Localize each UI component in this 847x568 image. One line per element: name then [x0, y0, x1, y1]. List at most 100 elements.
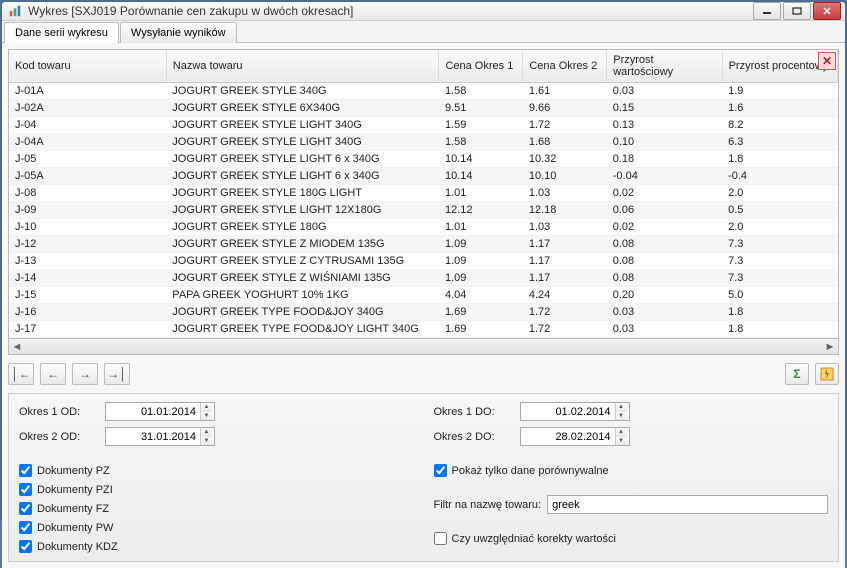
- table-row[interactable]: J-05JOGURT GREEK STYLE LIGHT 6 x 340G10.…: [9, 151, 838, 168]
- close-grid-button[interactable]: ✕: [818, 52, 836, 70]
- table-row[interactable]: J-01AJOGURT GREEK STYLE 340G1.581.610.03…: [9, 83, 838, 100]
- spin-up-icon[interactable]: ▲: [201, 403, 212, 412]
- spin-up-icon[interactable]: ▲: [616, 403, 627, 412]
- tab-wysylanie[interactable]: Wysyłanie wyników: [120, 22, 237, 43]
- cell-nazwa: JOGURT GREEK STYLE 6X340G: [166, 100, 439, 117]
- nav-next-button[interactable]: →: [72, 363, 98, 385]
- okres1-do-field[interactable]: ▲▼: [520, 402, 630, 421]
- svg-text:Σ: Σ: [793, 367, 800, 381]
- cell-pw: 0.08: [607, 236, 722, 253]
- col-kod[interactable]: Kod towaru: [9, 50, 166, 83]
- data-grid[interactable]: Kod towaru Nazwa towaru Cena Okres 1 Cen…: [8, 49, 839, 339]
- cell-kod: J-10: [9, 219, 166, 236]
- table-row[interactable]: J-15PAPA GREEK YOGHURT 10% 1KG4.044.240.…: [9, 287, 838, 304]
- nav-first-button[interactable]: │←: [8, 363, 34, 385]
- col-c1[interactable]: Cena Okres 1: [439, 50, 523, 83]
- horizontal-scrollbar[interactable]: ◄ ►: [8, 339, 839, 355]
- cell-kod: J-13: [9, 253, 166, 270]
- table-row[interactable]: J-09JOGURT GREEK STYLE LIGHT 12X180G12.1…: [9, 202, 838, 219]
- tab-dane-serii[interactable]: Dane serii wykresu: [4, 22, 119, 43]
- cell-kod: J-17: [9, 321, 166, 338]
- okres1-od-input[interactable]: [106, 403, 200, 420]
- filter-input[interactable]: [547, 495, 828, 514]
- scroll-right-icon[interactable]: ►: [822, 340, 838, 354]
- cell-pw: 0.03: [607, 83, 722, 100]
- minimize-button[interactable]: [753, 2, 781, 20]
- sum-button[interactable]: Σ: [785, 363, 809, 385]
- okres1-od-field[interactable]: ▲▼: [105, 402, 215, 421]
- table-row[interactable]: J-16JOGURT GREEK TYPE FOOD&JOY 340G1.691…: [9, 304, 838, 321]
- chk-porownywalne-input[interactable]: [434, 464, 447, 477]
- panel-left: Okres 1 OD: ▲▼ Okres 2 OD: ▲▼ Dokumenty …: [19, 402, 414, 553]
- cell-c2: 10.10: [523, 168, 607, 185]
- spin-down-icon[interactable]: ▼: [201, 412, 212, 421]
- chk-kdz-input[interactable]: [19, 540, 32, 553]
- chk-pzi[interactable]: Dokumenty PZI: [19, 483, 414, 496]
- chk-korekty-input[interactable]: [434, 532, 447, 545]
- table-row[interactable]: J-13JOGURT GREEK STYLE Z CYTRUSAMI 135G1…: [9, 253, 838, 270]
- table-row[interactable]: J-14JOGURT GREEK STYLE Z WIŚNIAMI 135G1.…: [9, 270, 838, 287]
- cell-nazwa: JOGURT GREEK TYPE FOOD&JOY LIGHT 340G: [166, 321, 439, 338]
- cell-kod: J-15: [9, 287, 166, 304]
- table-row[interactable]: J-04AJOGURT GREEK STYLE LIGHT 340G1.581.…: [9, 134, 838, 151]
- cell-c1: 10.14: [439, 151, 523, 168]
- nav-prev-button[interactable]: ←: [40, 363, 66, 385]
- table-row[interactable]: J-17JOGURT GREEK TYPE FOOD&JOY LIGHT 340…: [9, 321, 838, 338]
- chk-kdz[interactable]: Dokumenty KDZ: [19, 540, 414, 553]
- cell-c2: 1.72: [523, 304, 607, 321]
- chk-pzi-input[interactable]: [19, 483, 32, 496]
- chk-pw[interactable]: Dokumenty PW: [19, 521, 414, 534]
- panel-right: Okres 1 DO: ▲▼ Okres 2 DO: ▲▼ Pokaż tylk…: [434, 402, 829, 553]
- scroll-left-icon[interactable]: ◄: [9, 340, 25, 354]
- chk-korekty[interactable]: Czy uwzględniać korekty wartości: [434, 532, 829, 545]
- okres2-do-input[interactable]: [521, 428, 615, 445]
- cell-c2: 1.17: [523, 236, 607, 253]
- table-row[interactable]: J-12JOGURT GREEK STYLE Z MIODEM 135G1.09…: [9, 236, 838, 253]
- cell-pw: 0.08: [607, 253, 722, 270]
- okres2-do-field[interactable]: ▲▼: [520, 427, 630, 446]
- window-title: Wykres [SXJ019 Porównanie cen zakupu w d…: [28, 4, 753, 18]
- nav-last-button[interactable]: →│: [104, 363, 130, 385]
- cell-nazwa: JOGURT GREEK STYLE Z MIODEM 135G: [166, 236, 439, 253]
- okres2-od-input[interactable]: [106, 428, 200, 445]
- nav-toolbar: │← ← → →│ Σ: [8, 361, 839, 387]
- maximize-button[interactable]: [783, 2, 811, 20]
- app-window: Wykres [SXJ019 Porównanie cen zakupu w d…: [1, 1, 846, 520]
- spin-down-icon[interactable]: ▼: [616, 412, 627, 421]
- spin-down-icon[interactable]: ▼: [616, 437, 627, 446]
- col-pw[interactable]: Przyrost wartościowy: [607, 50, 722, 83]
- cell-pw: 0.13: [607, 117, 722, 134]
- table-row[interactable]: J-02AJOGURT GREEK STYLE 6X340G9.519.660.…: [9, 100, 838, 117]
- cell-c2: 1.03: [523, 219, 607, 236]
- window-controls: [753, 2, 841, 20]
- spin-down-icon[interactable]: ▼: [201, 437, 212, 446]
- label-okres2-od: Okres 2 OD:: [19, 431, 99, 443]
- cell-c2: 1.17: [523, 253, 607, 270]
- table-row[interactable]: J-08JOGURT GREEK STYLE 180G LIGHT1.011.0…: [9, 185, 838, 202]
- chk-pz-input[interactable]: [19, 464, 32, 477]
- cell-pw: 0.10: [607, 134, 722, 151]
- table-row[interactable]: J-04JOGURT GREEK STYLE LIGHT 340G1.591.7…: [9, 117, 838, 134]
- spin-up-icon[interactable]: ▲: [201, 428, 212, 437]
- chk-pz[interactable]: Dokumenty PZ: [19, 464, 414, 477]
- refresh-button[interactable]: [815, 363, 839, 385]
- chk-pw-label: Dokumenty PW: [37, 522, 113, 534]
- col-nazwa[interactable]: Nazwa towaru: [166, 50, 439, 83]
- label-okres2-do: Okres 2 DO:: [434, 431, 514, 443]
- chk-fz[interactable]: Dokumenty FZ: [19, 502, 414, 515]
- cell-pp: 7.3: [722, 270, 837, 287]
- okres1-do-input[interactable]: [521, 403, 615, 420]
- filter-panel: Okres 1 OD: ▲▼ Okres 2 OD: ▲▼ Dokumenty …: [8, 393, 839, 562]
- okres2-od-field[interactable]: ▲▼: [105, 427, 215, 446]
- chk-porownywalne[interactable]: Pokaż tylko dane porównywalne: [434, 464, 829, 477]
- chk-fz-input[interactable]: [19, 502, 32, 515]
- cell-pw: 0.03: [607, 304, 722, 321]
- table-row[interactable]: J-05AJOGURT GREEK STYLE LIGHT 6 x 340G10…: [9, 168, 838, 185]
- chk-pw-input[interactable]: [19, 521, 32, 534]
- table-row[interactable]: J-10JOGURT GREEK STYLE 180G1.011.030.022…: [9, 219, 838, 236]
- label-okres1-do: Okres 1 DO:: [434, 406, 514, 418]
- close-button[interactable]: [813, 2, 841, 20]
- titlebar: Wykres [SXJ019 Porównanie cen zakupu w d…: [2, 2, 845, 21]
- spin-up-icon[interactable]: ▲: [616, 428, 627, 437]
- col-c2[interactable]: Cena Okres 2: [523, 50, 607, 83]
